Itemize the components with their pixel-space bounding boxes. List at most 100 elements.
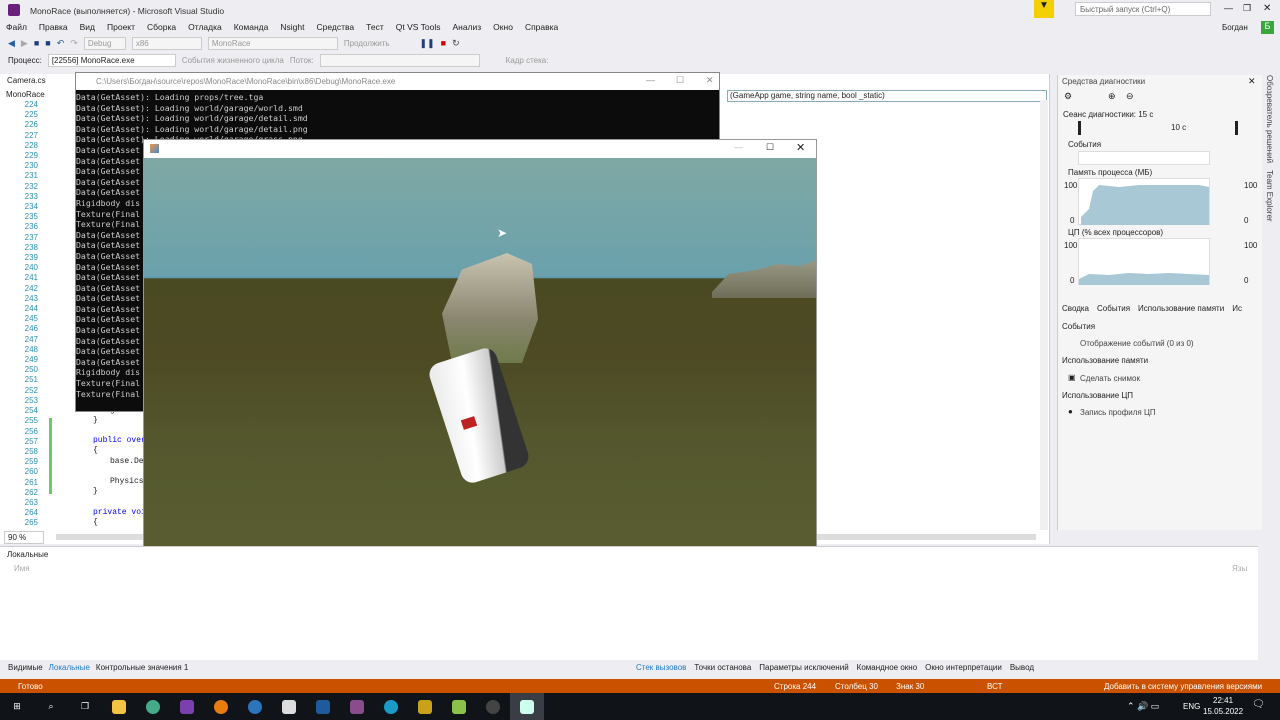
console-close[interactable]: ✕ (706, 75, 714, 86)
menu-item[interactable]: Qt VS Tools (390, 22, 447, 32)
tab-locals[interactable]: Локальные (49, 663, 90, 672)
undo-icon[interactable]: ↶ (57, 38, 65, 49)
stop-icon[interactable]: ■ (441, 38, 446, 48)
menu-item[interactable]: Окно (487, 22, 519, 32)
lifecycle-events[interactable]: События жизненного цикла (182, 56, 284, 65)
cpu-axis-min: 0 (1070, 276, 1075, 285)
section-memory: Использование памяти (1062, 356, 1149, 365)
zoom-select[interactable]: 90 % (4, 531, 44, 544)
timeline-ruler[interactable]: 10 с (1078, 121, 1238, 135)
minimize-button[interactable]: — (1224, 3, 1233, 13)
tab-breakpoints[interactable]: Точки останова (694, 663, 751, 672)
vertical-scrollbar[interactable] (1040, 100, 1048, 530)
photoshop-icon[interactable] (306, 693, 340, 720)
console-minimize[interactable]: — (646, 75, 655, 85)
menu-item[interactable]: Средства (310, 22, 360, 32)
file-explorer-icon[interactable] (102, 693, 136, 720)
tab-immediate-window[interactable]: Окно интерпретации (925, 663, 1002, 672)
tab-memory[interactable]: Использование памяти (1138, 304, 1224, 313)
tab-autos[interactable]: Видимые (8, 663, 43, 672)
forward-icon[interactable]: ▶ (21, 38, 28, 49)
menu-item[interactable]: Сборка (141, 22, 182, 32)
clock-date[interactable]: 15.05.2022 (1203, 707, 1243, 716)
chrome-icon[interactable] (136, 693, 170, 720)
take-snapshot-button[interactable]: Сделать снимок (1080, 374, 1140, 383)
game-close[interactable]: ✕ (796, 141, 805, 154)
visual-studio-icon[interactable] (170, 693, 204, 720)
process-label: Процесс: (8, 55, 42, 65)
game-minimize[interactable]: — (734, 142, 743, 152)
panel-close-icon[interactable]: ✕ (1248, 76, 1256, 87)
menu-item[interactable]: Анализ (446, 22, 487, 32)
record-cpu-profile-button[interactable]: Запись профиля ЦП (1080, 408, 1156, 417)
show-events-link[interactable]: Отображение событий (0 из 0) (1080, 339, 1194, 348)
tab-summary[interactable]: Сводка (1062, 304, 1089, 313)
tab-events[interactable]: События (1097, 304, 1130, 313)
game-maximize[interactable]: ☐ (766, 142, 774, 153)
obs-icon[interactable] (476, 693, 510, 720)
tab-output[interactable]: Вывод (1010, 663, 1034, 672)
continue-button[interactable]: Продолжить (344, 39, 390, 48)
winrar-icon[interactable] (340, 693, 374, 720)
memory-graph (1078, 178, 1210, 225)
monorace-icon[interactable] (510, 693, 544, 720)
tab-more[interactable]: Ис (1232, 304, 1242, 313)
back-icon[interactable]: ◀ (8, 38, 15, 49)
save-icon[interactable]: ■ (34, 38, 39, 48)
filezilla-icon[interactable] (408, 693, 442, 720)
line-number: 255 (24, 416, 38, 426)
menu-item[interactable]: Отладка (182, 22, 228, 32)
tab-exception-settings[interactable]: Параметры исключений (759, 663, 848, 672)
quick-launch-input[interactable]: Быстрый запуск (Ctrl+Q) (1075, 2, 1211, 16)
menu-item[interactable]: Nsight (274, 22, 310, 32)
thread-select[interactable] (319, 53, 480, 67)
tab-watch-1[interactable]: Контрольные значения 1 (96, 663, 188, 672)
side-tab-team-explorer[interactable]: Team Explorer (1265, 170, 1274, 222)
zoom-in-icon[interactable]: ⊕ (1108, 91, 1116, 102)
tray-icons[interactable]: ⌃ 🔊 ▭ (1127, 701, 1159, 712)
notification-icon[interactable]: 🗨 (1252, 699, 1265, 710)
user-name[interactable]: Богдан (1222, 23, 1248, 32)
restore-button[interactable]: ❐ (1243, 3, 1251, 14)
menu-item[interactable]: Вид (74, 22, 101, 32)
nav-scope-select[interactable]: MonoRace (6, 90, 45, 99)
close-button[interactable]: ✕ (1263, 3, 1271, 14)
menu-item[interactable]: Файл (0, 22, 33, 32)
side-tab-solution-explorer[interactable]: Обозреватель решений (1265, 75, 1274, 163)
record-icon: ● (1068, 407, 1073, 416)
unity-icon[interactable] (272, 693, 306, 720)
search-icon[interactable]: ⌕ (34, 693, 68, 720)
menu-item[interactable]: Команда (228, 22, 275, 32)
language-indicator[interactable]: ENG (1183, 702, 1200, 711)
clock-time[interactable]: 22:41 (1213, 696, 1233, 705)
steam-icon[interactable] (238, 693, 272, 720)
tab-call-stack[interactable]: Стек вызовов (636, 663, 686, 672)
console-maximize[interactable]: ☐ (676, 75, 684, 86)
zoom-out-icon[interactable]: ⊖ (1126, 91, 1134, 102)
start-icon[interactable]: ⊞ (0, 693, 34, 720)
add-to-source-control-button[interactable]: Добавить в систему управления версиями (1104, 682, 1262, 691)
menu-item[interactable]: Тест (360, 22, 390, 32)
menu-item[interactable]: Проект (101, 22, 141, 32)
task-view-icon[interactable]: ❐ (68, 693, 102, 720)
redo-icon[interactable]: ↷ (70, 38, 78, 49)
filter-icon[interactable]: ▼ (1034, 0, 1054, 18)
process-select[interactable]: [22556] MonoRace.exe (47, 53, 176, 67)
menu-item[interactable]: Правка (33, 22, 74, 32)
save-all-icon[interactable]: ■ (45, 38, 50, 48)
config-select[interactable]: Debug (83, 36, 126, 50)
app-icon[interactable] (374, 693, 408, 720)
tab-camera-cs[interactable]: Camera.cs (7, 76, 46, 85)
status-line: Строка 244 (774, 682, 817, 691)
project-select[interactable]: MonoRace (207, 36, 338, 50)
restart-icon[interactable]: ↻ (452, 38, 460, 49)
pause-icon[interactable]: ❚❚ (420, 38, 435, 49)
avatar[interactable]: Б (1261, 21, 1274, 34)
platform-select[interactable]: x86 (131, 36, 202, 50)
nav-member-select[interactable]: (GameApp game, string name, bool _static… (727, 90, 1047, 102)
notepad-icon[interactable] (442, 693, 476, 720)
menu-item[interactable]: Справка (519, 22, 564, 32)
tab-command-window[interactable]: Командное окно (857, 663, 918, 672)
gear-icon[interactable]: ⚙ (1064, 91, 1072, 102)
blender-icon[interactable] (204, 693, 238, 720)
